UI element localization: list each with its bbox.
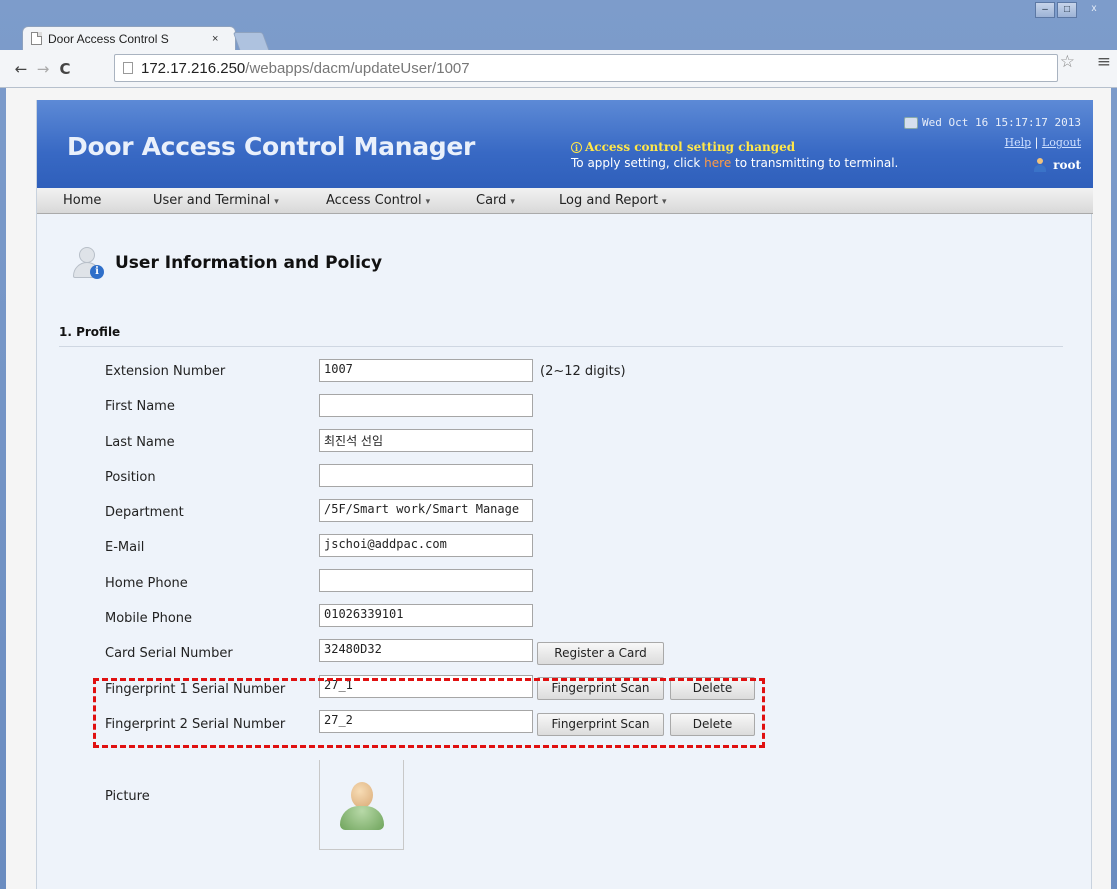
page-info-icon[interactable]: [123, 62, 133, 74]
first-name-label: First Name: [105, 399, 175, 414]
logout-link[interactable]: Logout: [1042, 136, 1081, 149]
tab-close-icon[interactable]: ×: [212, 33, 218, 45]
info-icon: i: [571, 142, 582, 153]
menu-card-label: Card: [476, 193, 507, 208]
page-title: User Information and Policy: [115, 253, 383, 273]
tab-title: Door Access Control S: [48, 31, 169, 46]
home-phone-label: Home Phone: [105, 576, 188, 591]
close-window-button[interactable]: x: [1079, 2, 1109, 18]
mobile-phone-label: Mobile Phone: [105, 611, 193, 626]
first-name-field[interactable]: [319, 394, 533, 417]
new-tab-button[interactable]: [232, 32, 270, 50]
window-controls: – □ x: [1035, 2, 1109, 18]
chevron-down-icon: ▾: [274, 197, 279, 207]
section-divider: [59, 346, 1063, 347]
help-link[interactable]: Help: [1005, 136, 1032, 149]
tab-bar: Door Access Control S × – □ x: [0, 0, 1117, 50]
extension-number-hint: (2~12 digits): [540, 364, 626, 379]
link-separator: |: [1034, 136, 1039, 149]
user-icon: [1033, 158, 1047, 172]
fingerprint-highlight-box: [93, 678, 765, 748]
register-card-button[interactable]: Register a Card: [537, 642, 664, 665]
clock-icon: [904, 116, 919, 129]
card-serial-label: Card Serial Number: [105, 646, 233, 661]
menu-user-and-terminal-label: User and Terminal: [153, 193, 271, 208]
home-phone-field[interactable]: [319, 569, 533, 592]
avatar-icon: [340, 782, 384, 832]
last-name-label: Last Name: [105, 435, 175, 450]
menu-home[interactable]: Home: [63, 193, 101, 208]
header-datetime: Wed Oct 16 15:17:17 2013: [904, 116, 1081, 129]
department-field[interactable]: /5F/Smart work/Smart Manage: [319, 499, 533, 522]
maximize-button[interactable]: □: [1057, 2, 1077, 18]
last-name-field[interactable]: 최진석 선임: [319, 429, 533, 452]
chevron-down-icon: ▾: [425, 197, 431, 207]
extension-number-label: Extension Number: [105, 364, 226, 379]
browser-menu-icon[interactable]: ≡: [1097, 52, 1111, 72]
position-label: Position: [105, 470, 156, 485]
notice-title-row: i Access control setting changed: [571, 140, 898, 154]
minimize-button[interactable]: –: [1035, 2, 1055, 18]
page-heading: i User Information and Policy: [71, 246, 382, 280]
chevron-down-icon: ▾: [510, 197, 515, 207]
extension-number-field[interactable]: 1007: [319, 359, 533, 382]
username: root: [1053, 158, 1081, 172]
back-arrow-icon[interactable]: ←: [10, 60, 32, 78]
browser-tab[interactable]: Door Access Control S ×: [22, 26, 236, 50]
position-field[interactable]: [319, 464, 533, 487]
reload-icon[interactable]: C: [54, 60, 76, 78]
picture-label: Picture: [105, 789, 150, 804]
menu-card[interactable]: Card ▾: [476, 193, 515, 208]
section-title-profile: 1. Profile: [59, 325, 121, 339]
menu-log-and-report-label: Log and Report: [559, 193, 659, 208]
mobile-phone-field[interactable]: 01026339101: [319, 604, 533, 627]
page-viewport: Door Access Control Manager i Access cont…: [6, 88, 1111, 889]
app-title: Door Access Control Manager: [67, 132, 476, 161]
email-label: E-Mail: [105, 540, 145, 555]
settings-notice: i Access control setting changed To apply…: [571, 140, 898, 170]
user-picture[interactable]: [319, 760, 404, 850]
main-menu: Home User and Terminal ▾ Access Control ▾ …: [37, 188, 1093, 214]
menu-log-and-report[interactable]: Log and Report ▾: [559, 193, 667, 208]
browser-window: Door Access Control S × – □ x ← → C 172.…: [0, 0, 1117, 889]
url-path: /webapps/dacm/updateUser/1007: [245, 59, 470, 77]
notice-text-after: to transmitting to terminal.: [731, 156, 899, 170]
bookmark-star-icon[interactable]: ☆: [1060, 52, 1075, 72]
notice-title: Access control setting changed: [585, 140, 796, 154]
menu-access-control[interactable]: Access Control ▾: [326, 193, 430, 208]
app-container: Door Access Control Manager i Access cont…: [36, 100, 1093, 889]
page-icon: [31, 32, 42, 45]
card-serial-field[interactable]: 32480D32: [319, 639, 533, 662]
chevron-down-icon: ▾: [662, 197, 667, 207]
url-host: 172.17.216.250: [141, 59, 246, 77]
app-header: Door Access Control Manager i Access cont…: [37, 100, 1093, 188]
forward-arrow-icon[interactable]: →: [32, 60, 54, 78]
notice-text: To apply setting, click here to transmit…: [571, 156, 898, 170]
notice-text-before: To apply setting, click: [571, 156, 705, 170]
email-field[interactable]: jschoi@addpac.com: [319, 534, 533, 557]
address-bar[interactable]: 172.17.216.250/webapps/dacm/updateUser/1…: [114, 54, 1058, 82]
menu-home-label: Home: [63, 193, 102, 208]
menu-user-and-terminal[interactable]: User and Terminal ▾: [153, 193, 279, 208]
browser-toolbar: ← → C 172.17.216.250/webapps/dacm/update…: [0, 50, 1117, 88]
department-label: Department: [105, 505, 184, 520]
datetime-text: Wed Oct 16 15:17:17 2013: [922, 116, 1081, 129]
menu-access-control-label: Access Control: [326, 193, 422, 208]
apply-here-link[interactable]: here: [704, 156, 731, 170]
current-user: root: [1033, 158, 1081, 172]
header-links: Help | Logout: [1005, 136, 1082, 149]
url-text[interactable]: 172.17.216.250/webapps/dacm/updateUser/1…: [141, 60, 470, 77]
user-info-icon: i: [71, 246, 105, 280]
